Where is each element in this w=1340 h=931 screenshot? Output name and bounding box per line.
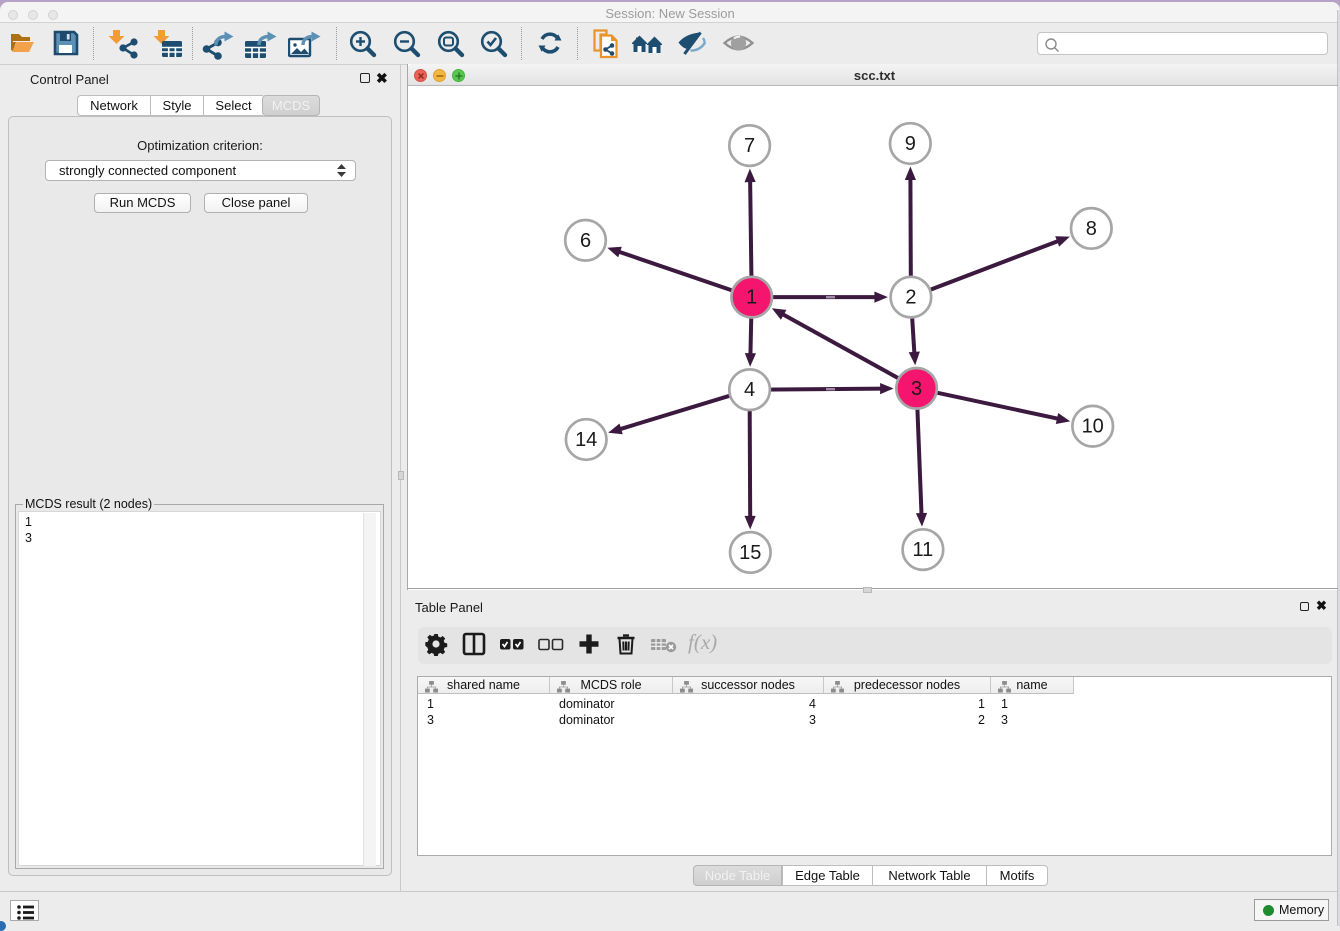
svg-text:11: 11 (913, 539, 934, 561)
svg-text:14: 14 (575, 429, 597, 451)
svg-text:4: 4 (744, 379, 755, 401)
svg-text:15: 15 (739, 542, 761, 564)
svg-text:9: 9 (905, 133, 916, 155)
svg-text:1: 1 (746, 287, 757, 309)
svg-text:7: 7 (744, 135, 755, 157)
svg-text:6: 6 (580, 230, 591, 252)
svg-text:3: 3 (911, 378, 922, 400)
svg-text:8: 8 (1086, 218, 1097, 240)
svg-text:10: 10 (1082, 416, 1104, 438)
svg-text:2: 2 (905, 287, 916, 309)
